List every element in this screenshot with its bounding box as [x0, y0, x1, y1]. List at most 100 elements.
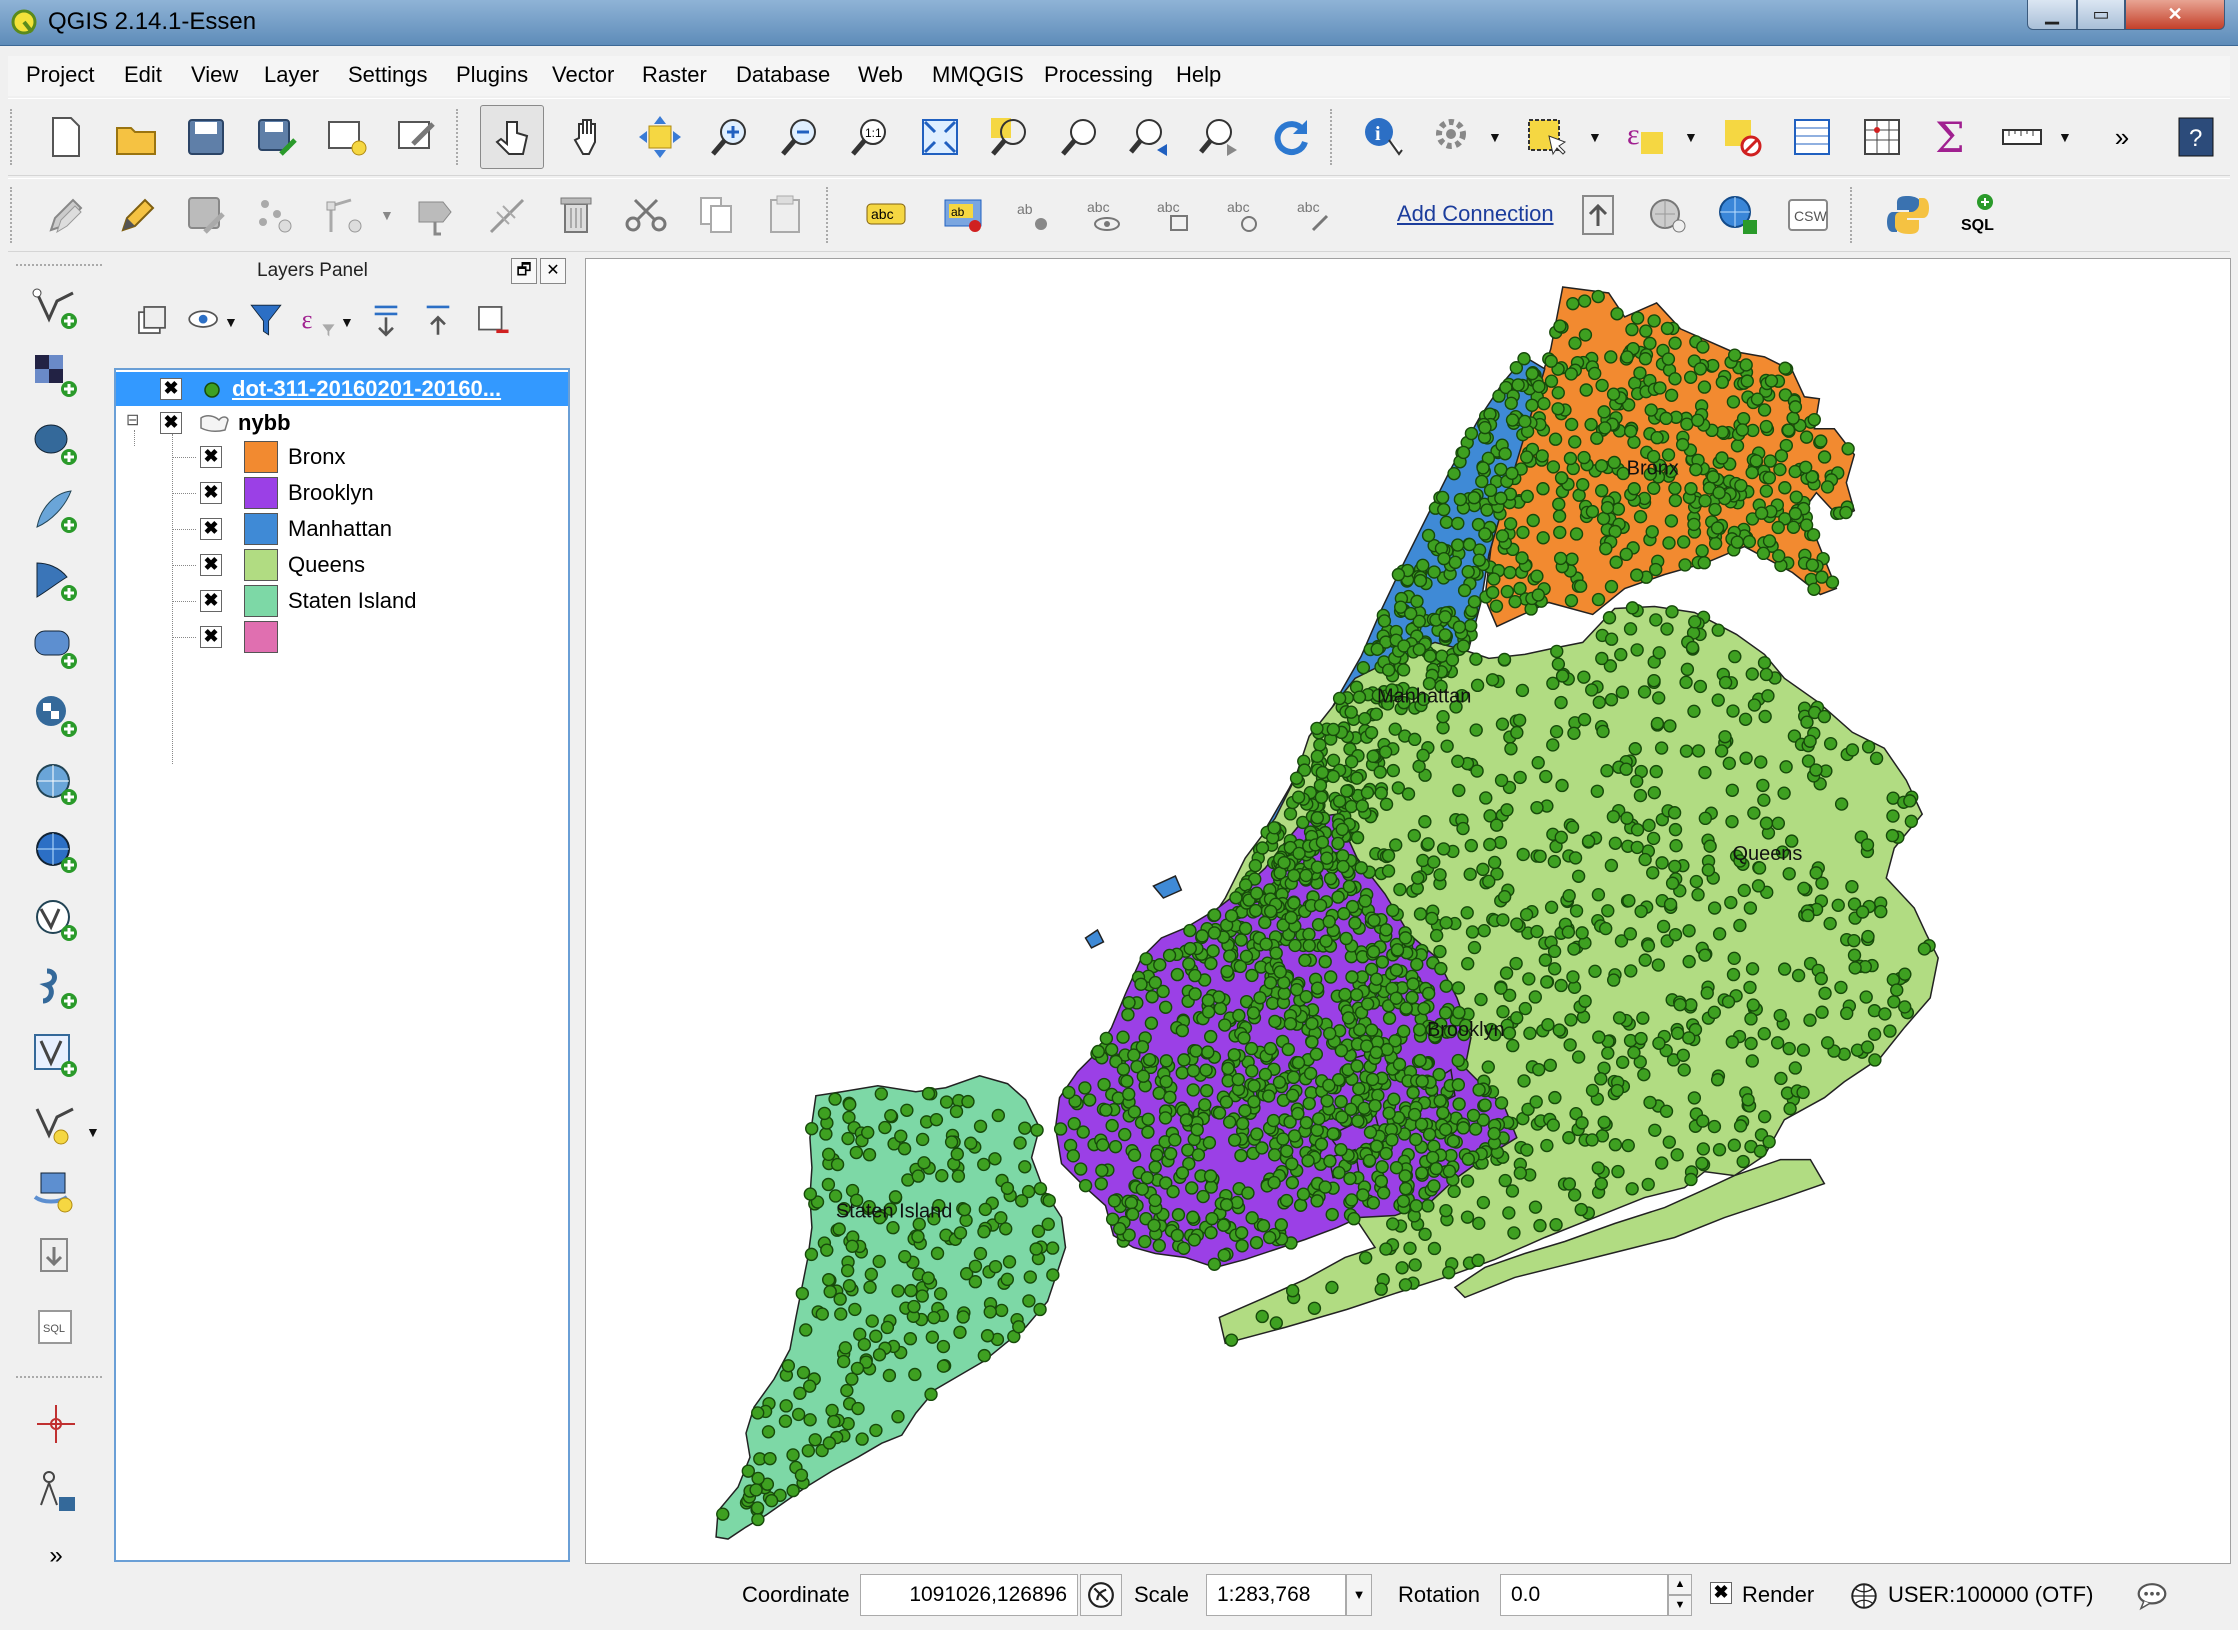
- new-project-icon[interactable]: [38, 109, 94, 165]
- add-wms-layer-icon[interactable]: [28, 756, 84, 812]
- copy-features-icon[interactable]: [688, 187, 744, 243]
- new-gpx-layer-icon[interactable]: [28, 1232, 84, 1288]
- add-virtual-layer-icon[interactable]: [28, 960, 84, 1016]
- refresh-icon[interactable]: [1262, 109, 1318, 165]
- add-delimited-text-icon[interactable]: [28, 620, 84, 676]
- add-feature-icon[interactable]: [248, 187, 304, 243]
- category-row-brooklyn[interactable]: ✖ Brooklyn: [116, 476, 568, 510]
- pan-to-selection-icon[interactable]: [632, 109, 688, 165]
- category-row-other[interactable]: ✖: [116, 620, 568, 654]
- change-label-icon[interactable]: abc: [1286, 187, 1342, 243]
- new-shapefile-layer-icon[interactable]: [28, 1096, 84, 1152]
- chevron-down-icon[interactable]: ▼: [1488, 129, 1506, 147]
- toggle-editing-icon[interactable]: [108, 187, 164, 243]
- menu-layer[interactable]: Layer: [264, 62, 319, 88]
- coordinate-capture-icon[interactable]: [28, 1464, 84, 1520]
- move-label-icon[interactable]: abc: [1146, 187, 1202, 243]
- composer-manager-icon[interactable]: [388, 109, 444, 165]
- new-spatialite-layer-icon[interactable]: [28, 1164, 84, 1220]
- zoom-full-icon[interactable]: [912, 109, 968, 165]
- rotation-field[interactable]: 0.0: [1500, 1574, 1668, 1616]
- attribute-table-icon[interactable]: [1784, 109, 1840, 165]
- save-as-icon[interactable]: [248, 109, 304, 165]
- open-project-icon[interactable]: [108, 109, 164, 165]
- map-canvas[interactable]: Bronx Manhattan Queens Brooklyn Staten I…: [585, 258, 2231, 1564]
- coordinate-field[interactable]: 1091026,126896: [860, 1574, 1078, 1616]
- delete-selected-icon[interactable]: [548, 187, 604, 243]
- map-svg[interactable]: Bronx Manhattan Queens Brooklyn Staten I…: [586, 259, 2230, 1563]
- layer-labeling-icon[interactable]: abc: [858, 187, 914, 243]
- upload-icon[interactable]: [1570, 187, 1626, 243]
- chevron-down-icon[interactable]: ▼: [224, 314, 242, 332]
- new-print-composer-icon[interactable]: [318, 109, 374, 165]
- maximize-button[interactable]: ▭: [2077, 0, 2125, 30]
- add-wfs-layer-icon[interactable]: [28, 892, 84, 948]
- add-raster-layer-icon[interactable]: [28, 348, 84, 404]
- category-row-manhattan[interactable]: ✖ Manhattan: [116, 512, 568, 546]
- chevron-down-icon[interactable]: ▼: [1588, 129, 1606, 147]
- add-spatialite-layer-icon[interactable]: [28, 484, 84, 540]
- render-checkbox[interactable]: ✖: [1710, 1582, 1732, 1604]
- zoom-in-icon[interactable]: [702, 109, 758, 165]
- category-checkbox[interactable]: ✖: [200, 626, 222, 648]
- category-checkbox[interactable]: ✖: [200, 482, 222, 504]
- zoom-to-selection-icon[interactable]: [982, 109, 1038, 165]
- filter-by-expression-icon[interactable]: ε: [298, 300, 338, 340]
- select-features-icon[interactable]: [1518, 109, 1574, 165]
- menu-view[interactable]: View: [191, 62, 238, 88]
- messages-icon[interactable]: [2132, 1576, 2172, 1616]
- move-feature-icon[interactable]: [408, 187, 464, 243]
- layer-diagram-icon[interactable]: ab: [936, 187, 992, 243]
- zoom-out-icon[interactable]: [772, 109, 828, 165]
- csw-icon[interactable]: CSW: [1780, 187, 1836, 243]
- crs-globe-icon[interactable]: [1846, 1578, 1882, 1614]
- paste-features-icon[interactable]: [758, 187, 814, 243]
- add-gpx-layer-icon[interactable]: [28, 1028, 84, 1084]
- category-checkbox[interactable]: ✖: [200, 446, 222, 468]
- cut-features-icon[interactable]: [618, 187, 674, 243]
- layer-visibility-checkbox[interactable]: ✖: [160, 412, 182, 434]
- layer-row-dot-311[interactable]: ✖ dot-311-20160201-20160...: [116, 372, 568, 406]
- remove-layer-icon[interactable]: [472, 300, 512, 340]
- node-tool-icon[interactable]: [318, 187, 374, 243]
- menu-processing[interactable]: Processing: [1044, 62, 1153, 88]
- collapse-all-icon[interactable]: [418, 300, 458, 340]
- deselect-features-icon[interactable]: [1714, 109, 1770, 165]
- add-mssql-layer-icon[interactable]: [28, 552, 84, 608]
- menu-web[interactable]: Web: [858, 62, 903, 88]
- category-row-staten-island[interactable]: ✖ Staten Island: [116, 584, 568, 618]
- menu-vector[interactable]: Vector: [552, 62, 614, 88]
- pan-map-icon[interactable]: [562, 109, 618, 165]
- layer-row-nybb[interactable]: ⊟ ✖ nybb: [116, 406, 568, 440]
- minimize-button[interactable]: ▁: [2027, 0, 2077, 30]
- save-project-icon[interactable]: [178, 109, 234, 165]
- pin-labels-icon[interactable]: ab: [1006, 187, 1062, 243]
- field-calculator-icon[interactable]: Σ: [1924, 109, 1980, 165]
- chevron-down-icon[interactable]: ▼: [2058, 129, 2076, 147]
- toggle-extents-icon[interactable]: [1080, 1574, 1122, 1616]
- menu-settings[interactable]: Settings: [348, 62, 428, 88]
- show-hide-labels-icon[interactable]: abc: [1076, 187, 1132, 243]
- zoom-to-layer-icon[interactable]: [1052, 109, 1108, 165]
- rotation-up-icon[interactable]: ▲: [1668, 1574, 1692, 1595]
- chevron-down-icon[interactable]: ▼: [1684, 129, 1702, 147]
- db-manager-icon[interactable]: SQL: [28, 1300, 84, 1356]
- measure-line-icon[interactable]: [1994, 109, 2050, 165]
- save-layer-edits-icon[interactable]: [178, 187, 234, 243]
- search-metadata-icon[interactable]: [1640, 187, 1696, 243]
- add-wms-layer-icon[interactable]: [1710, 187, 1766, 243]
- scale-dropdown-icon[interactable]: ▼: [1346, 1574, 1372, 1616]
- menu-plugins[interactable]: Plugins: [456, 62, 528, 88]
- add-connection-link[interactable]: Add Connection: [1397, 201, 1554, 227]
- menu-raster[interactable]: Raster: [642, 62, 707, 88]
- category-checkbox[interactable]: ✖: [200, 590, 222, 612]
- menu-edit[interactable]: Edit: [124, 62, 162, 88]
- manage-visibility-icon[interactable]: [184, 300, 224, 340]
- menu-database[interactable]: Database: [736, 62, 830, 88]
- digitize-icon[interactable]: [478, 187, 534, 243]
- scale-field[interactable]: 1:283,768: [1206, 1574, 1346, 1616]
- rotate-label-icon[interactable]: abc: [1216, 187, 1272, 243]
- sql-plugin-icon[interactable]: SQL: [1950, 187, 2006, 243]
- close-button[interactable]: ✕: [2125, 0, 2225, 30]
- zoom-last-icon[interactable]: [1122, 109, 1178, 165]
